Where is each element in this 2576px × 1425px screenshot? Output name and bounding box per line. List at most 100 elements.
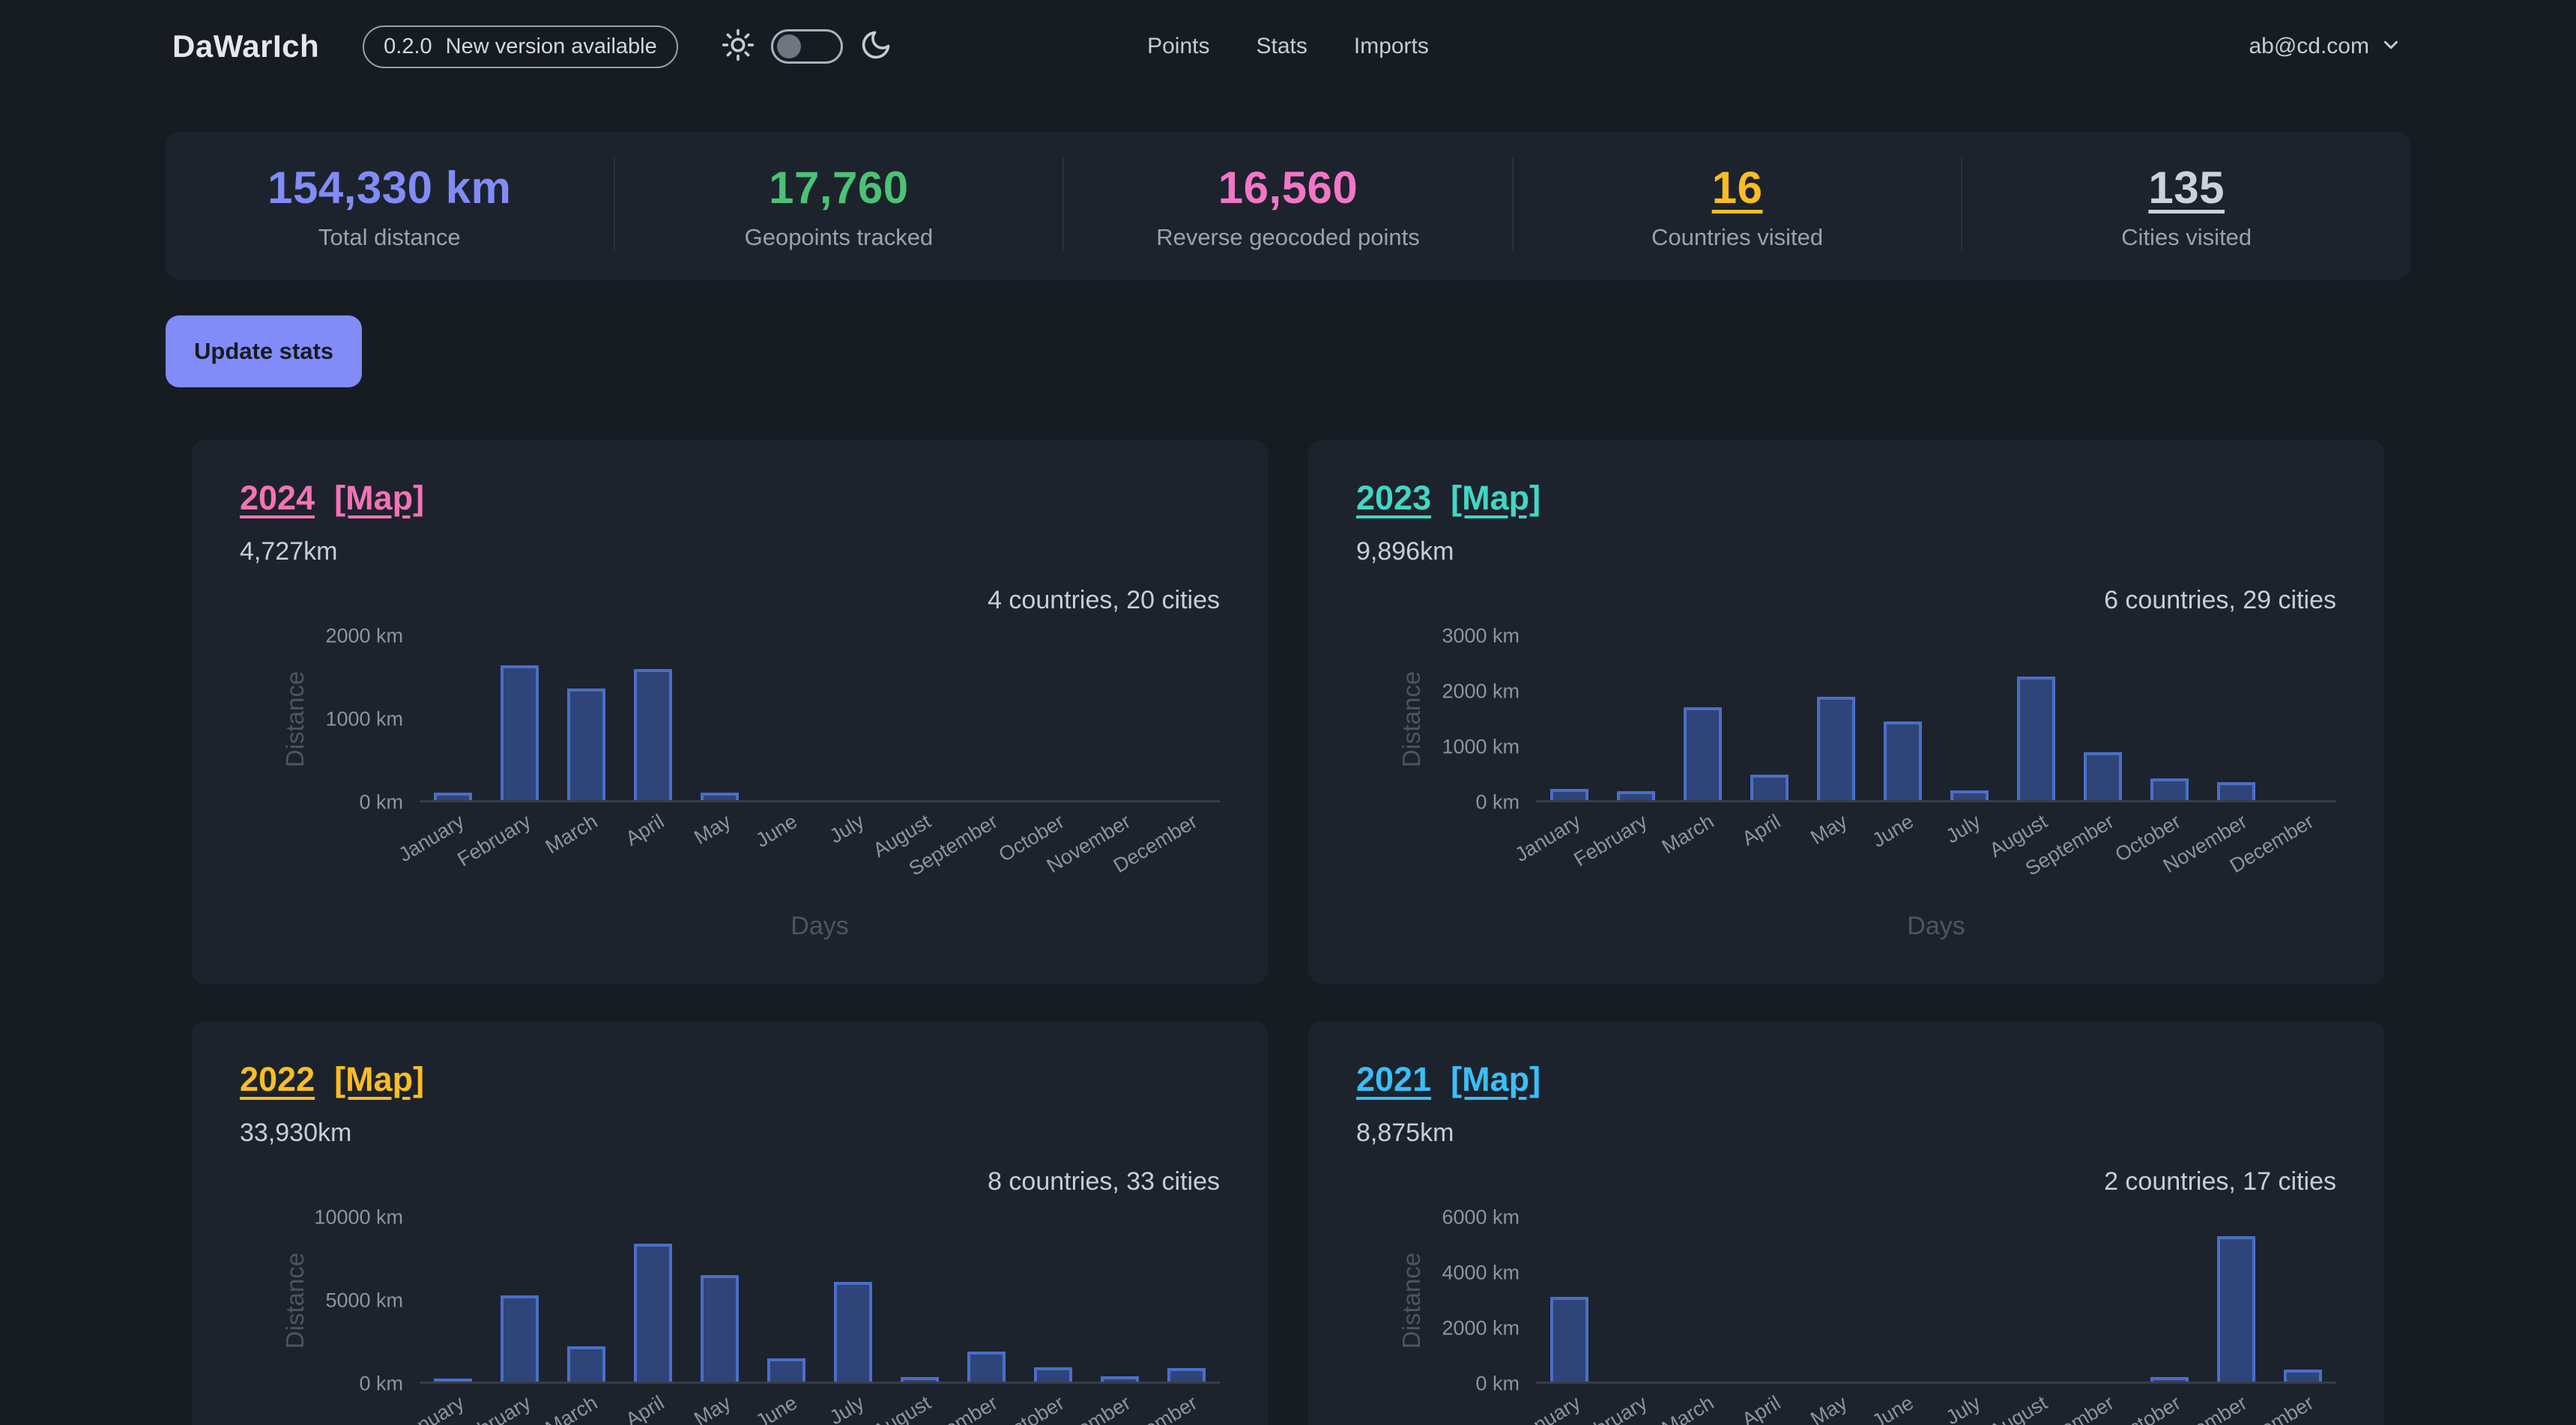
- y-tick-label: 0 km: [359, 791, 403, 814]
- app-header: DaWarIch 0.2.0 New version available: [0, 0, 2576, 93]
- moon-icon: [859, 28, 892, 65]
- y-tick-label: 10000 km: [314, 1206, 403, 1229]
- stat-label: Cities visited: [1962, 224, 2410, 251]
- bar-slot: [1803, 1217, 1869, 1382]
- user-menu[interactable]: ab@cd.com: [2249, 34, 2402, 60]
- bar-slot: [1603, 1217, 1669, 1382]
- map-link[interactable]: [Map]: [1451, 1060, 1541, 1099]
- bar: [2150, 1377, 2189, 1382]
- bar-slot: [1803, 636, 1869, 800]
- year-link[interactable]: 2022: [240, 1060, 315, 1099]
- y-tick-label: 3000 km: [1442, 625, 1520, 648]
- bar-slot: [420, 636, 486, 800]
- y-axis-ticks: 0 km1000 km2000 km: [240, 636, 420, 802]
- year-link[interactable]: 2024: [240, 479, 315, 518]
- stat-reverse-geocoded: 16,560 Reverse geocoded points: [1062, 157, 1512, 251]
- y-tick-label: 0 km: [1475, 1373, 1520, 1396]
- year-cards-grid: 2024 [Map] 4,727km 4 countries, 20 citie…: [192, 440, 2384, 1425]
- x-tick-label: July: [826, 1391, 868, 1425]
- bar-slot: [2270, 1217, 2336, 1382]
- x-tick-label: October: [995, 1391, 1068, 1425]
- x-tick-label: August: [1986, 1391, 2052, 1425]
- year-card: 2023 [Map] 9,896km 6 countries, 29 citie…: [1308, 440, 2384, 984]
- bar-slot: [1669, 636, 1736, 800]
- map-link[interactable]: [Map]: [1451, 479, 1541, 518]
- nav-imports[interactable]: Imports: [1354, 34, 1429, 59]
- y-tick-label: 6000 km: [1442, 1206, 1520, 1229]
- bar-slot: [1536, 1217, 1603, 1382]
- year-summary: 2 countries, 17 cities: [1356, 1167, 2336, 1196]
- bar-slot: [1669, 1217, 1736, 1382]
- x-tick-label: March: [542, 810, 602, 859]
- year-distance: 8,875km: [1356, 1119, 2336, 1148]
- x-tick-label: August: [869, 1391, 935, 1425]
- update-stats-button[interactable]: Update stats: [166, 315, 362, 387]
- bar: [501, 665, 539, 800]
- main-nav: Points Stats Imports: [1147, 34, 1429, 59]
- year-summary: 6 countries, 29 cities: [1356, 586, 2336, 615]
- x-axis-title: Days: [420, 901, 1220, 941]
- bar: [2150, 778, 2189, 800]
- bar: [434, 793, 473, 800]
- x-axis-ticks: JanuaryFebruaryMarchAprilMayJuneJulyAugu…: [420, 802, 1220, 901]
- monthly-distance-bar-chart: Distance 0 km5000 km10000 km JanuaryFebr…: [240, 1217, 1220, 1425]
- app-logo: DaWarIch: [172, 28, 319, 64]
- bar-slot: [1153, 636, 1220, 800]
- y-tick-label: 0 km: [359, 1373, 403, 1396]
- map-link[interactable]: [Map]: [334, 1060, 424, 1099]
- bar-slot: [620, 636, 686, 800]
- sun-icon: [722, 28, 755, 65]
- cities-visited-link[interactable]: 135: [2148, 162, 2225, 214]
- bar: [2284, 1370, 2323, 1382]
- bar-slot: [1153, 1217, 1220, 1382]
- bar: [2217, 782, 2256, 800]
- bar-slot: [2003, 636, 2069, 800]
- x-tick-label: June: [752, 810, 802, 853]
- bar: [2217, 1236, 2256, 1382]
- y-axis-ticks: 0 km1000 km2000 km3000 km: [1356, 636, 1536, 802]
- bar: [1950, 790, 1989, 800]
- bar: [1167, 1368, 1206, 1382]
- chart-plot-area: [1536, 636, 2336, 802]
- bar-slot: [2203, 1217, 2270, 1382]
- bar-slot: [1086, 1217, 1153, 1382]
- x-tick-label: June: [1869, 810, 1918, 853]
- bar-slot: [1869, 1217, 1936, 1382]
- bar: [634, 1244, 673, 1382]
- bar-slot: [2270, 636, 2336, 800]
- nav-points[interactable]: Points: [1147, 34, 1209, 59]
- year-link[interactable]: 2023: [1356, 479, 1431, 518]
- map-link[interactable]: [Map]: [334, 479, 424, 518]
- bar-slot: [2136, 636, 2203, 800]
- nav-stats[interactable]: Stats: [1256, 34, 1307, 59]
- stat-geopoints: 17,760 Geopoints tracked: [614, 157, 1063, 251]
- bar-slot: [1736, 1217, 1803, 1382]
- year-card: 2021 [Map] 8,875km 2 countries, 17 citie…: [1308, 1021, 2384, 1425]
- year-summary: 8 countries, 33 cities: [240, 1167, 1220, 1196]
- theme-toggle[interactable]: [771, 29, 843, 64]
- stat-countries-visited: 16 Countries visited: [1512, 157, 1962, 251]
- chart-plot-area: [420, 1217, 1220, 1384]
- version-badge[interactable]: 0.2.0 New version available: [363, 25, 678, 68]
- x-tick-label: March: [542, 1391, 602, 1425]
- bar-slot: [1603, 636, 1669, 800]
- stat-total-distance: 154,330 km Total distance: [166, 157, 614, 251]
- bar: [1550, 1297, 1589, 1382]
- x-tick-label: February: [1570, 810, 1651, 871]
- y-tick-label: 0 km: [1475, 791, 1520, 814]
- bar-slot: [2203, 636, 2270, 800]
- countries-visited-link[interactable]: 16: [1712, 162, 1763, 214]
- year-card: 2022 [Map] 33,930km 8 countries, 33 citi…: [192, 1021, 1268, 1425]
- version-note: New version available: [446, 34, 657, 59]
- bar: [434, 1379, 473, 1382]
- bar: [701, 793, 740, 800]
- bar: [967, 1352, 1006, 1382]
- y-tick-label: 1000 km: [325, 708, 403, 731]
- bar-slot: [686, 636, 753, 800]
- bar: [767, 1358, 806, 1382]
- year-link[interactable]: 2021: [1356, 1060, 1431, 1099]
- x-axis-ticks: JanuaryFebruaryMarchAprilMayJuneJulyAugu…: [1536, 1384, 2336, 1425]
- stats-summary-bar: 154,330 km Total distance 17,760 Geopoin…: [166, 132, 2410, 279]
- dashboard-page: DaWarIch 0.2.0 New version available: [0, 0, 2576, 1425]
- stat-value: 16,560: [1064, 162, 1512, 214]
